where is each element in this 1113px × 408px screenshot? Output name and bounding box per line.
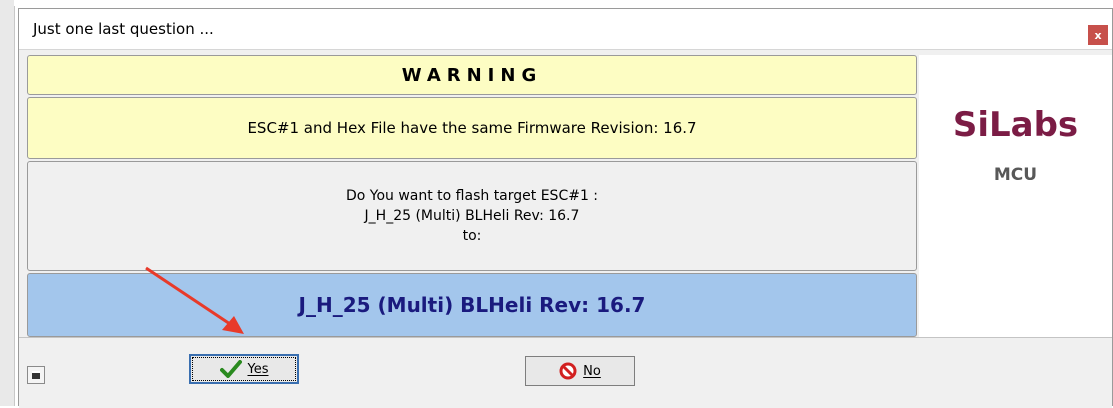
warning-panel: WARNING xyxy=(27,55,917,95)
button-bar: Yes No xyxy=(19,337,1112,408)
question-panel: Do You want to flash target ESC#1 : J_H_… xyxy=(27,161,917,271)
question-line: Do You want to flash target ESC#1 : xyxy=(345,188,599,204)
question-line: J_H_25 (Multi) BLHeli Rev: 16.7 xyxy=(364,208,580,224)
background-window-edge xyxy=(0,0,15,406)
dialog-window: Just one last question ... x WARNING ESC… xyxy=(18,8,1113,408)
yes-label: Yes xyxy=(247,361,269,377)
no-entry-icon xyxy=(559,362,577,380)
brand-subtitle: MCU xyxy=(993,165,1038,185)
warning-heading: WARNING xyxy=(401,64,543,86)
yes-button[interactable]: Yes xyxy=(189,354,299,384)
target-panel: J_H_25 (Multi) BLHeli Rev: 16.7 xyxy=(27,273,917,337)
minimize-small-button[interactable] xyxy=(27,366,45,384)
title-bar: Just one last question ... x xyxy=(19,9,1112,50)
same-revision-panel: ESC#1 and Hex File have the same Firmwar… xyxy=(27,97,917,159)
question-line: to: xyxy=(462,228,482,244)
target-firmware: J_H_25 (Multi) BLHeli Rev: 16.7 xyxy=(298,293,646,317)
dialog-title: Just one last question ... xyxy=(33,20,214,38)
no-label: No xyxy=(583,363,601,379)
same-revision-message: ESC#1 and Hex File have the same Firmwar… xyxy=(247,119,697,137)
checkmark-icon xyxy=(219,360,242,378)
brand-area: SiLabs MCU xyxy=(919,55,1112,337)
window-icon xyxy=(32,371,40,379)
background-top xyxy=(14,0,1113,6)
no-button[interactable]: No xyxy=(525,356,635,386)
question-text: Do You want to flash target ESC#1 : J_H_… xyxy=(346,186,598,246)
close-button[interactable]: x xyxy=(1088,25,1108,45)
brand-logo: SiLabs xyxy=(952,105,1079,145)
